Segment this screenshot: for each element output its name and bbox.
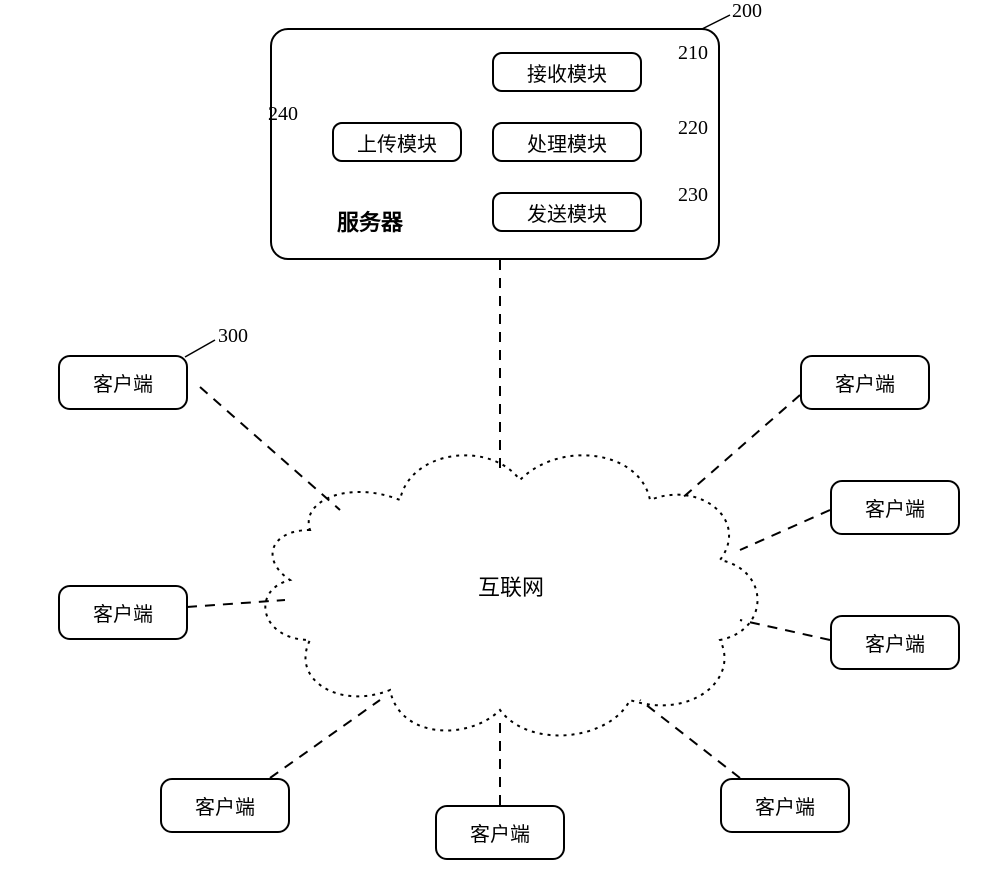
client-box: 客户端 — [160, 778, 290, 833]
client-box: 客户端 — [58, 355, 188, 410]
client-box: 客户端 — [830, 615, 960, 670]
receive-module: 接收模块 — [492, 52, 642, 92]
client-label: 客户端 — [835, 368, 895, 397]
client-box: 客户端 — [800, 355, 930, 410]
upload-module-label: 上传模块 — [357, 128, 437, 157]
client-label: 客户端 — [195, 791, 255, 820]
client-label: 客户端 — [755, 791, 815, 820]
server-label: 服务器 — [337, 205, 403, 237]
ref-200: 200 — [732, 0, 762, 23]
internet-label: 互联网 — [478, 570, 544, 602]
ref-230: 230 — [678, 184, 708, 207]
ref-220: 220 — [678, 117, 708, 140]
client-box: 客户端 — [435, 805, 565, 860]
client-box: 客户端 — [720, 778, 850, 833]
client-label: 客户端 — [93, 598, 153, 627]
client-box: 客户端 — [58, 585, 188, 640]
client-label: 客户端 — [470, 818, 530, 847]
ref-240: 240 — [268, 103, 298, 126]
client-label: 客户端 — [865, 628, 925, 657]
client-label: 客户端 — [865, 493, 925, 522]
client-label: 客户端 — [93, 368, 153, 397]
ref-300: 300 — [218, 325, 248, 348]
client-box: 客户端 — [830, 480, 960, 535]
ref-210: 210 — [678, 42, 708, 65]
process-module: 处理模块 — [492, 122, 642, 162]
send-module: 发送模块 — [492, 192, 642, 232]
upload-module: 上传模块 — [332, 122, 462, 162]
receive-module-label: 接收模块 — [527, 58, 607, 87]
process-module-label: 处理模块 — [527, 128, 607, 157]
send-module-label: 发送模块 — [527, 198, 607, 227]
server-box: 服务器 接收模块 处理模块 发送模块 上传模块 — [270, 28, 720, 260]
